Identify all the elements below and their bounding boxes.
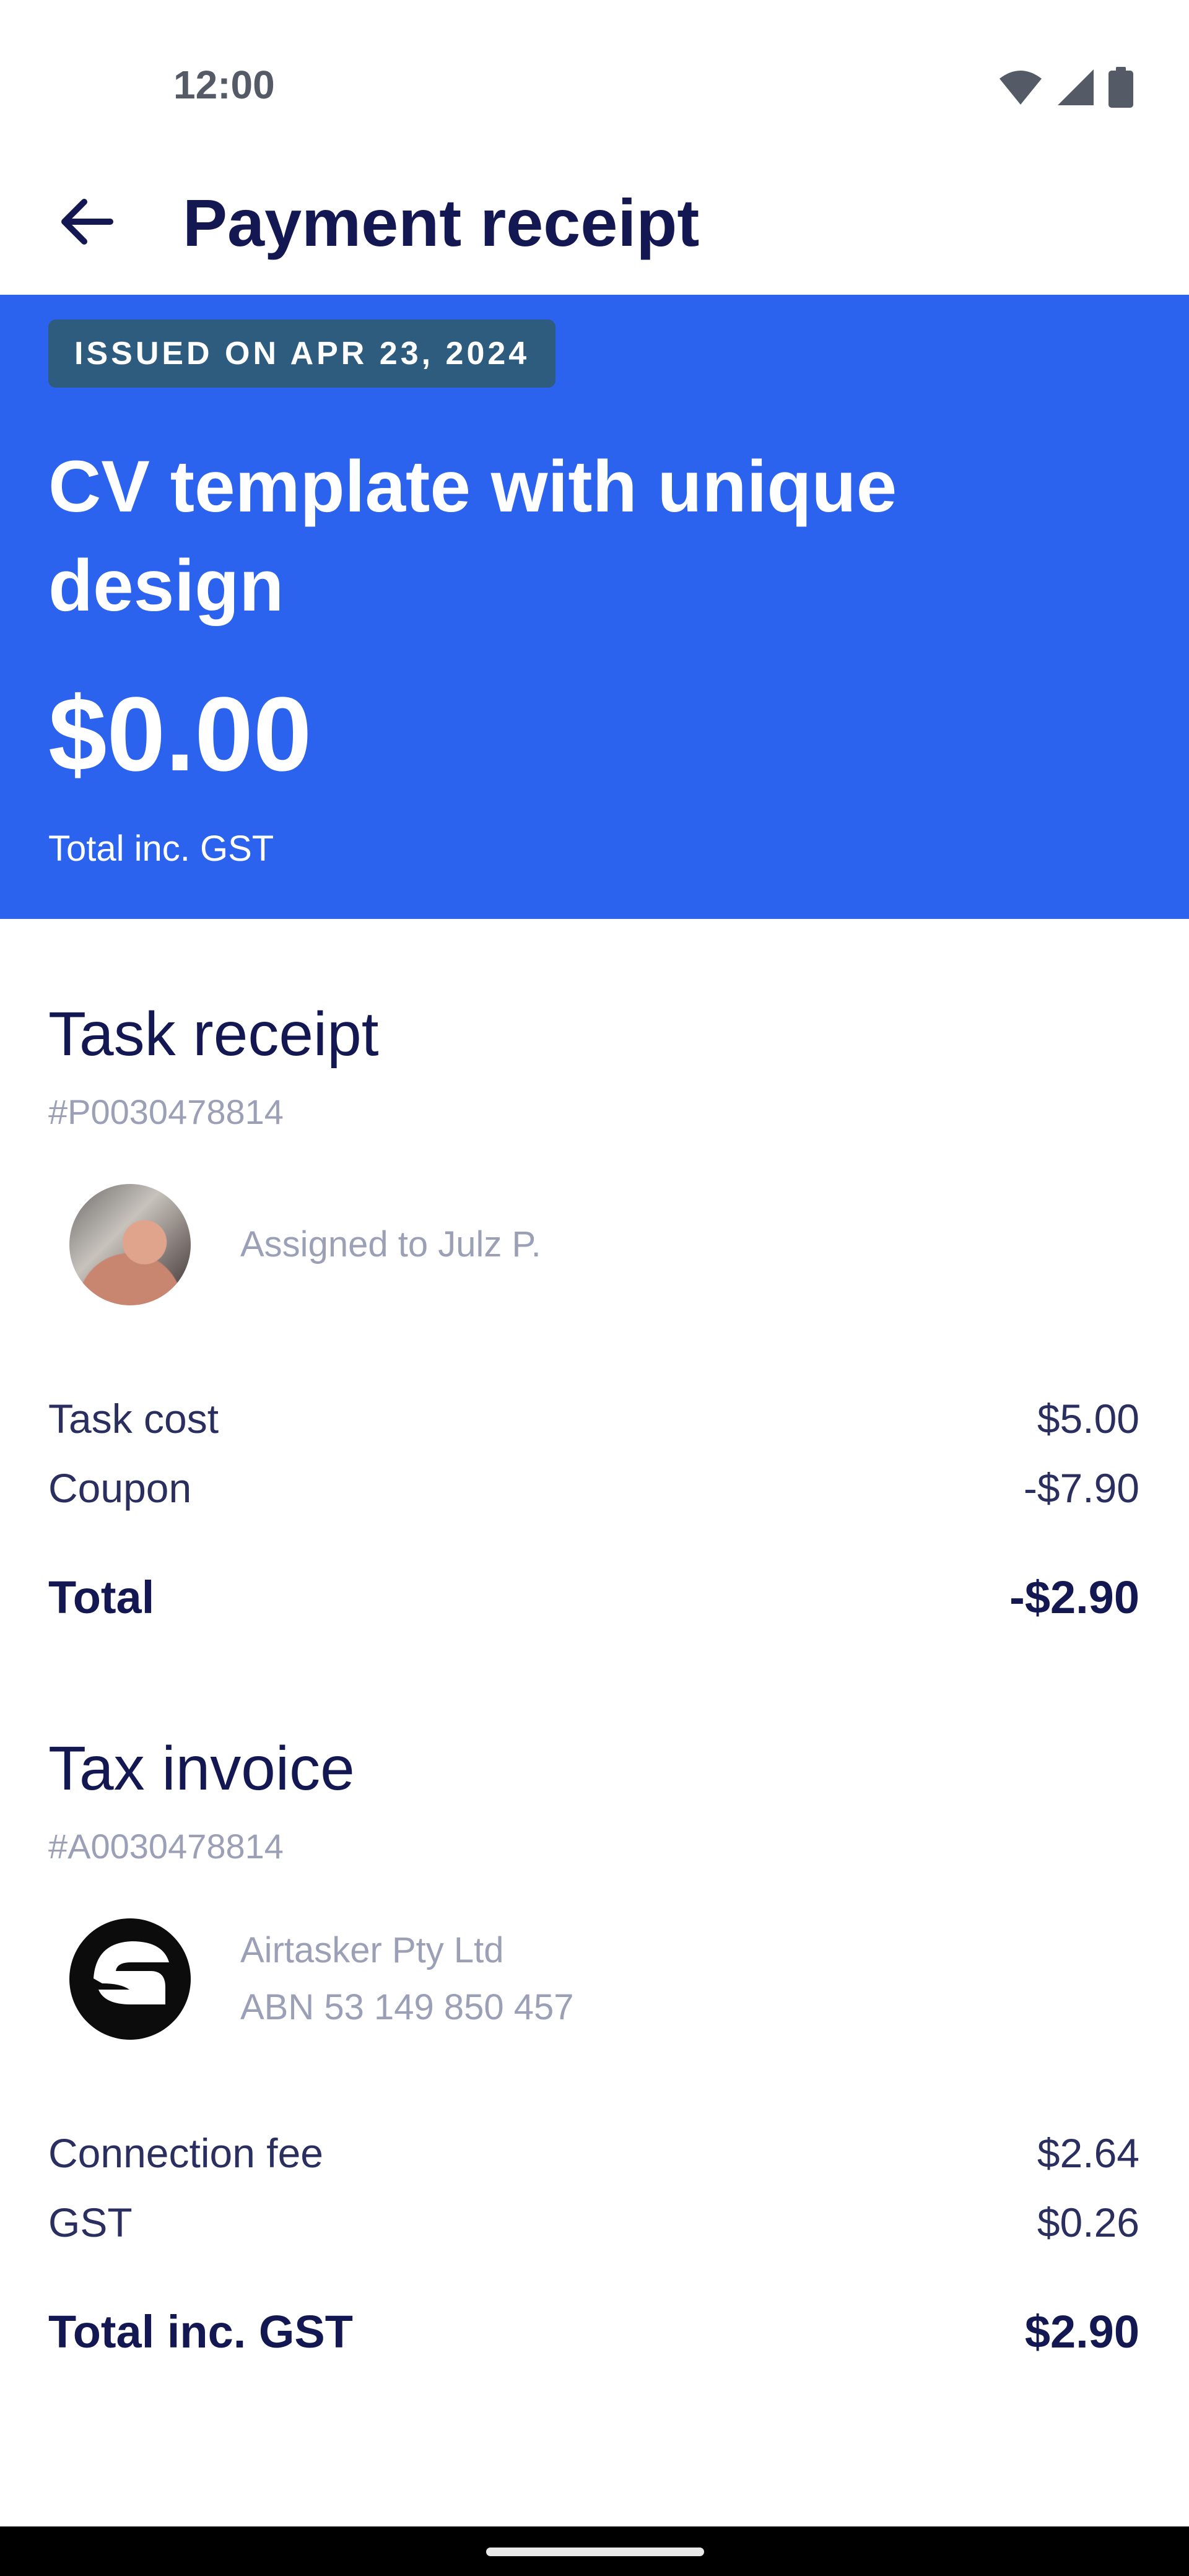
status-bar: 12:00 [0,0,1189,173]
line-value: $5.00 [1037,1396,1139,1442]
line-value: $0.26 [1037,2200,1139,2245]
line-label: Connection fee [48,2130,323,2176]
task-receipt-title: Task receipt [48,999,379,1069]
issued-date-badge: ISSUED ON APR 23, 2024 [48,320,556,388]
arrow-left-icon [57,192,116,255]
page-title: Payment receipt [183,185,700,260]
task-title: CV template with unique design [48,446,897,627]
task-total-row: Total -$2.90 [48,1567,1139,1629]
gst-row: GST $0.26 [48,2195,1139,2250]
total-value: $2.90 [1024,2306,1139,2357]
company-name: Airtasker Pty Ltd [240,1930,504,1970]
assignee-label: Assigned to Julz P. [240,1224,541,1264]
task-receipt-id: #P0030478814 [48,1092,284,1131]
airtasker-logo-icon [94,1941,169,2004]
company-info: Airtasker Pty Ltd ABN 53 149 850 457 [240,1922,574,2036]
coupon-row: Coupon -$7.90 [48,1460,1139,1516]
line-value: -$7.90 [1023,1465,1139,1511]
line-label: Task cost [48,1396,219,1442]
total-amount-label: Total inc. GST [48,829,274,869]
line-label: GST [48,2200,133,2245]
signal-icon [1056,68,1095,110]
status-time: 12:00 [173,63,275,107]
company-row: Airtasker Pty Ltd ABN 53 149 850 457 [69,1918,574,2040]
total-value: -$2.90 [1009,1572,1139,1623]
task-cost-row: Task cost $5.00 [48,1391,1139,1447]
system-nav-bar [0,2526,1189,2576]
battery-icon [1108,66,1133,111]
receipt-hero: ISSUED ON APR 23, 2024 CV template with … [0,295,1189,919]
tax-invoice-title: Tax invoice [48,1734,355,1803]
line-value: $2.64 [1037,2130,1139,2176]
total-amount: $0.00 [48,676,312,793]
home-indicator[interactable] [486,2548,704,2556]
back-button[interactable] [50,186,124,260]
connection-fee-row: Connection fee $2.64 [48,2125,1139,2181]
total-label: Total inc. GST [48,2306,353,2357]
status-icons [998,66,1133,111]
airtasker-logo [69,1918,191,2040]
company-abn: ABN 53 149 850 457 [240,1987,574,2027]
total-label: Total [48,1572,155,1623]
assignee-row: Assigned to Julz P. [69,1184,541,1305]
invoice-total-row: Total inc. GST $2.90 [48,2301,1139,2363]
line-label: Coupon [48,1465,192,1511]
wifi-icon [998,69,1043,109]
tax-invoice-id: #A0030478814 [48,1827,284,1866]
avatar [69,1184,191,1305]
